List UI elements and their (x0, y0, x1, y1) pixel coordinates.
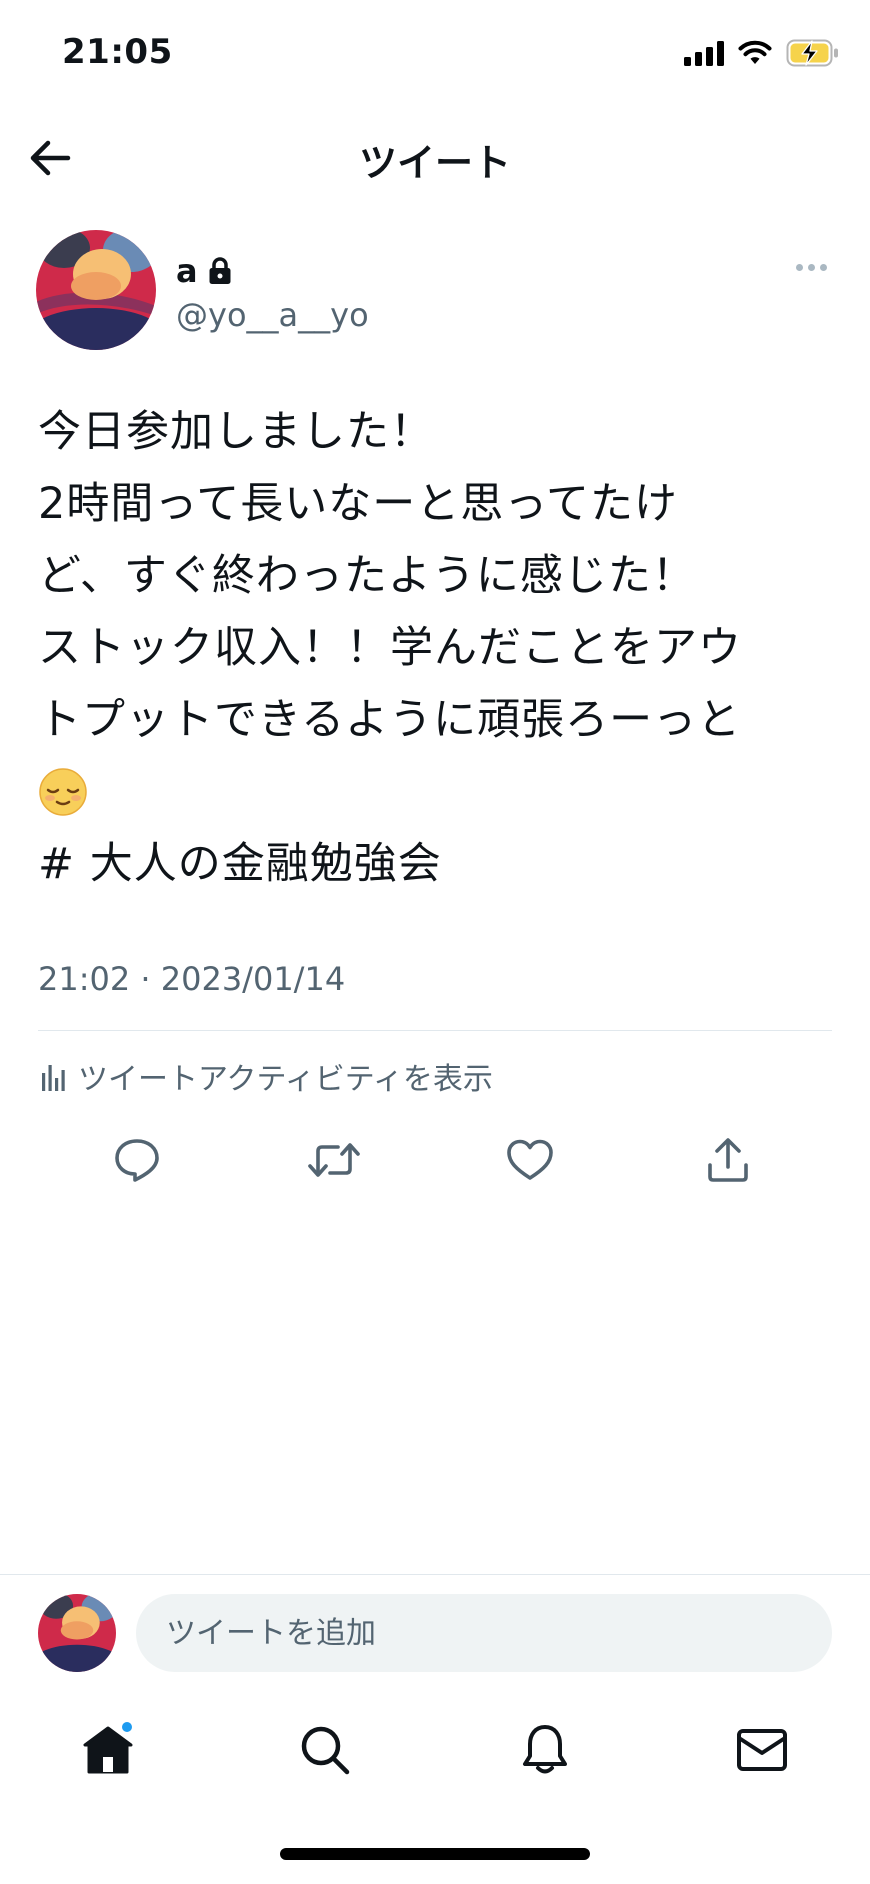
status-icons (684, 36, 840, 70)
reply-button[interactable] (105, 1128, 169, 1192)
like-icon (507, 1139, 553, 1180)
reply-icon (115, 1139, 159, 1182)
more-icon (795, 263, 803, 271)
bottom-tab-bar (0, 1710, 870, 1790)
lock-icon (209, 257, 231, 284)
tweet-text-line: ストック収入！！学んだことをアウ (38, 623, 742, 673)
status-bar: 21:05 (0, 0, 870, 110)
tweet-text-line: 2時間って長いなーと思ってたけ (38, 479, 679, 529)
relieved-face-emoji (39, 768, 87, 816)
tweet-emoji-line (38, 756, 838, 828)
activity-label: ツイートアクティビティを表示 (78, 1062, 493, 1097)
hashtag-link[interactable]: # 大人の金融勉強会 (38, 828, 838, 900)
author-handle[interactable]: @yo__a__yo (176, 296, 369, 334)
my-avatar[interactable] (38, 1594, 116, 1672)
notifications-icon (523, 1725, 567, 1774)
tweet-text-line: 今日参加しました！ (38, 407, 434, 457)
bar-chart-icon (42, 1065, 65, 1091)
tweet-text-line: ど、すぐ終わったように感じた！ (38, 551, 696, 601)
tweet-activity-link[interactable]: ツイートアクティビティを表示 (40, 1054, 493, 1098)
tab-home[interactable] (68, 1710, 148, 1790)
more-button[interactable] (786, 252, 836, 282)
retweet-icon (308, 1143, 360, 1177)
tweet-detail-screen: 21:05 ツイート a @yo__a__yo 今日参加しました！ 2時間って長… (0, 0, 870, 1884)
tweet-text-line: トプットできるように頑張ろーっと (38, 695, 742, 745)
signal-icon (684, 40, 724, 66)
divider (0, 1574, 870, 1575)
battery-charging-icon (786, 39, 838, 67)
unread-dot (120, 1720, 134, 1734)
tweet-timestamp: 21:02 · 2023/01/14 (38, 960, 346, 998)
search-icon (301, 1726, 350, 1775)
tab-messages[interactable] (722, 1710, 802, 1790)
retweet-button[interactable] (302, 1128, 366, 1192)
messages-icon (737, 1729, 787, 1771)
wifi-icon (738, 40, 772, 64)
home-indicator[interactable] (280, 1848, 590, 1860)
tweet-actions (0, 1128, 870, 1192)
page-title: ツイート (358, 141, 511, 185)
share-icon (708, 1138, 748, 1182)
author-avatar[interactable] (36, 230, 156, 350)
share-button[interactable] (696, 1128, 760, 1192)
author-name[interactable]: a (176, 252, 232, 290)
divider (38, 1030, 832, 1031)
author-display-name: a (176, 252, 198, 290)
tab-search[interactable] (285, 1710, 365, 1790)
reply-input[interactable] (136, 1594, 832, 1672)
tweet-text: 今日参加しました！ 2時間って長いなーと思ってたけ ど、すぐ終わったように感じた… (38, 396, 838, 900)
nav-header: ツイート (0, 110, 870, 200)
like-button[interactable] (498, 1128, 562, 1192)
status-time: 21:05 (62, 32, 173, 72)
tab-notifications[interactable] (505, 1710, 585, 1790)
tweet-header: a @yo__a__yo (36, 230, 836, 354)
